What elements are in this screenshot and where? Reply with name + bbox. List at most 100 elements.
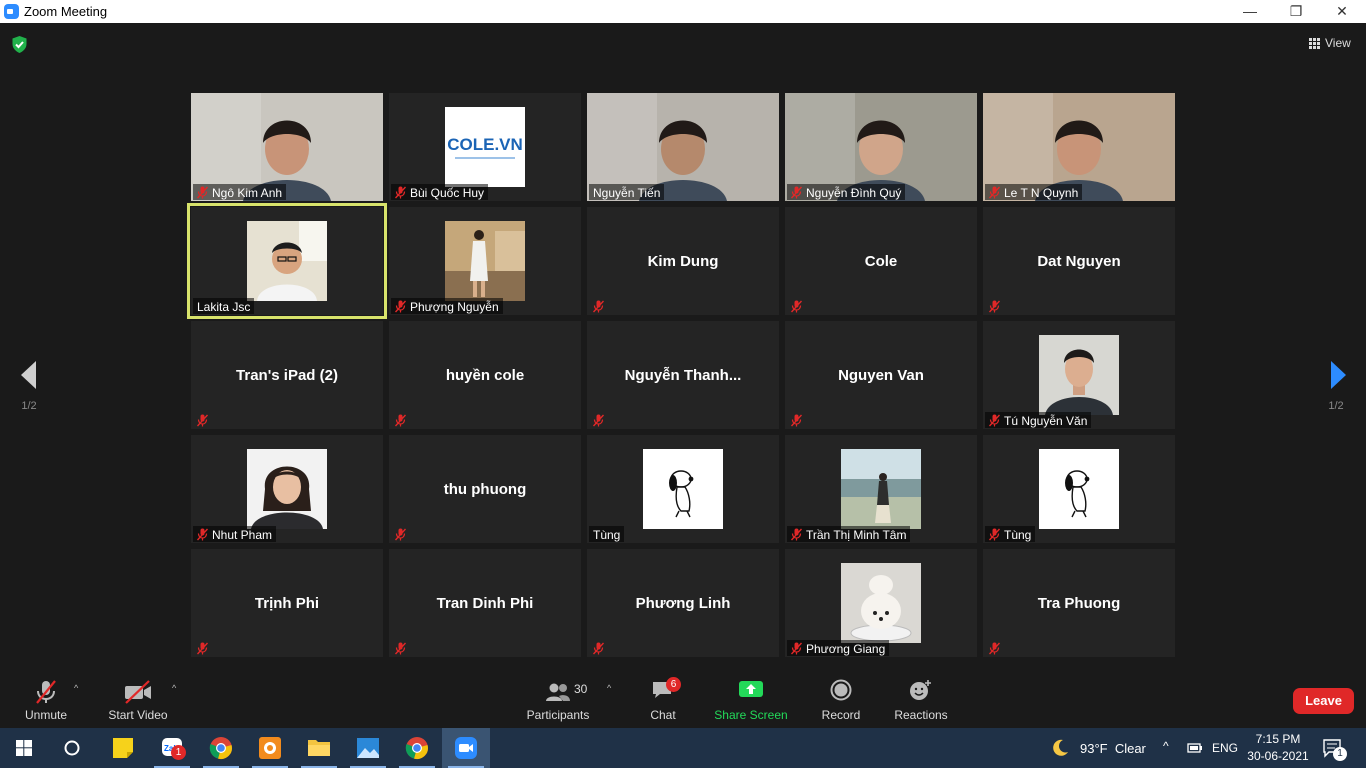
muted-microphone-icon — [592, 414, 605, 427]
reactions-button[interactable]: Reactions — [890, 669, 952, 728]
leave-button[interactable]: Leave — [1293, 688, 1354, 714]
participant-name-label: Le T N Quynh — [985, 184, 1083, 200]
notification-count-badge: 1 — [1333, 747, 1347, 761]
reactions-label: Reactions — [894, 708, 948, 722]
search-button[interactable] — [48, 728, 96, 768]
participant-tile[interactable]: Nguyen Van — [785, 321, 977, 429]
audio-options-caret-icon[interactable]: ^ — [74, 683, 78, 693]
participants-count: 30 — [574, 682, 588, 696]
battery-icon[interactable] — [1186, 741, 1204, 755]
participant-avatar: COLE.VN — [445, 107, 525, 187]
zalo-unread-badge: 1 — [171, 745, 186, 760]
start-video-button[interactable]: Start Video — [103, 669, 173, 728]
taskbar-photos[interactable] — [344, 728, 392, 768]
video-options-caret-icon[interactable]: ^ — [172, 683, 176, 693]
participant-display-name: Nguyen Van — [838, 366, 924, 384]
participant-tile[interactable]: Phương Giang — [785, 549, 977, 657]
participant-tile[interactable]: Tú Nguyễn Văn — [983, 321, 1175, 429]
participant-tile[interactable]: Tra Phuong — [983, 549, 1175, 657]
participant-display-name: Trịnh Phi — [254, 594, 320, 612]
participant-name: Nhut Pham — [212, 527, 273, 542]
participant-tile[interactable]: Nguyễn Tiến — [587, 93, 779, 201]
participants-icon — [546, 683, 570, 701]
input-language[interactable]: ENG — [1212, 741, 1238, 755]
participant-tile[interactable]: Nguyễn Thanh... — [587, 321, 779, 429]
participants-button[interactable]: 30 Participants — [523, 669, 593, 728]
unmute-button[interactable]: Unmute — [14, 669, 78, 728]
share-screen-label: Share Screen — [714, 708, 788, 722]
participant-display-name: Tran's iPad (2) — [236, 366, 338, 384]
participant-avatar — [445, 221, 525, 301]
taskbar-zoom[interactable] — [442, 728, 490, 768]
taskbar-zalo[interactable]: Zalo 1 — [148, 728, 196, 768]
share-screen-icon — [739, 681, 763, 697]
share-screen-button[interactable]: Share Screen — [712, 669, 790, 728]
participant-name: Nguyễn Đình Quý — [806, 185, 902, 200]
participant-name: Phương Giang — [806, 641, 886, 656]
participant-tile[interactable]: Tùng — [983, 435, 1175, 543]
clock-date[interactable]: 30-06-2021 — [1246, 749, 1310, 763]
participant-avatar — [247, 221, 327, 301]
participant-tile[interactable]: Dat Nguyen — [983, 207, 1175, 315]
participant-name-label: Tùng — [985, 526, 1036, 542]
participant-tile[interactable]: Nguyễn Đình Quý — [785, 93, 977, 201]
file-explorer-folder-icon — [308, 740, 330, 756]
participant-name-label: Nhut Pham — [193, 526, 277, 542]
record-button[interactable]: Record — [814, 669, 868, 728]
participant-tile[interactable]: COLE.VN Bùi Quốc Huy — [389, 93, 581, 201]
participant-tile[interactable]: huyền cole — [389, 321, 581, 429]
participant-tile[interactable]: Lakita Jsc — [187, 203, 387, 319]
chat-button[interactable]: 6 Chat — [638, 669, 688, 728]
participant-name: Bùi Quốc Huy — [410, 185, 485, 200]
participant-name: Phượng Nguyễn — [410, 299, 499, 314]
muted-microphone-icon — [196, 414, 209, 427]
participant-display-name: Tran Dinh Phi — [436, 594, 534, 612]
participant-tile[interactable]: Cole — [785, 207, 977, 315]
muted-microphone-icon — [790, 642, 803, 655]
taskbar-chrome-1[interactable] — [197, 728, 245, 768]
muted-microphone-icon — [988, 300, 1001, 313]
weather-text[interactable]: 93°F Clear — [1080, 741, 1146, 756]
start-button[interactable] — [0, 728, 48, 768]
participant-tile[interactable]: Nhut Pham — [191, 435, 383, 543]
taskbar-sticky-notes[interactable] — [99, 728, 147, 768]
participant-tile[interactable]: Kim Dung — [587, 207, 779, 315]
participant-display-name: Dat Nguyen — [1037, 252, 1121, 270]
participant-name-label: Trần Thị Minh Tâm — [787, 526, 911, 542]
participant-name-label: Phượng Nguyễn — [391, 298, 503, 314]
reactions-smiley-icon — [910, 680, 931, 700]
participant-tile[interactable]: Tran Dinh Phi — [389, 549, 581, 657]
participant-name-label — [391, 640, 410, 656]
participant-tile[interactable]: Ngô Kim Anh — [191, 93, 383, 201]
participant-tile[interactable]: Phương Linh — [587, 549, 779, 657]
chrome-icon — [405, 737, 428, 759]
muted-microphone-icon — [988, 528, 1001, 541]
participant-name-label — [391, 412, 410, 428]
participant-avatar — [643, 449, 723, 529]
participant-tile[interactable]: Tùng — [587, 435, 779, 543]
participant-tile[interactable]: Trần Thị Minh Tâm — [785, 435, 977, 543]
participant-name-label: Phương Giang — [787, 640, 890, 656]
muted-microphone-icon — [790, 300, 803, 313]
participant-name-label — [985, 640, 1004, 656]
participant-tile[interactable]: Trịnh Phi — [191, 549, 383, 657]
microphone-muted-icon — [36, 680, 56, 704]
participant-name: Tùng — [593, 527, 621, 542]
participant-name-label — [193, 412, 212, 428]
show-hidden-icons-chevron-icon[interactable]: ^ — [1163, 739, 1169, 753]
taskbar-file-explorer[interactable] — [295, 728, 343, 768]
participants-options-caret-icon[interactable]: ^ — [607, 683, 611, 693]
taskbar-chrome-2[interactable] — [393, 728, 441, 768]
participant-tile[interactable]: thu phuong — [389, 435, 581, 543]
participant-tile[interactable]: Tran's iPad (2) — [191, 321, 383, 429]
taskbar-orange-app[interactable] — [246, 728, 294, 768]
muted-microphone-icon — [592, 300, 605, 313]
participant-name: Tùng — [1004, 527, 1032, 542]
muted-microphone-icon — [394, 642, 407, 655]
muted-microphone-icon — [394, 528, 407, 541]
muted-microphone-icon — [790, 414, 803, 427]
clock-time[interactable]: 7:15 PM — [1252, 732, 1304, 746]
moon-weather-icon — [1053, 739, 1068, 756]
participant-tile[interactable]: Phượng Nguyễn — [389, 207, 581, 315]
participant-tile[interactable]: Le T N Quynh — [983, 93, 1175, 201]
